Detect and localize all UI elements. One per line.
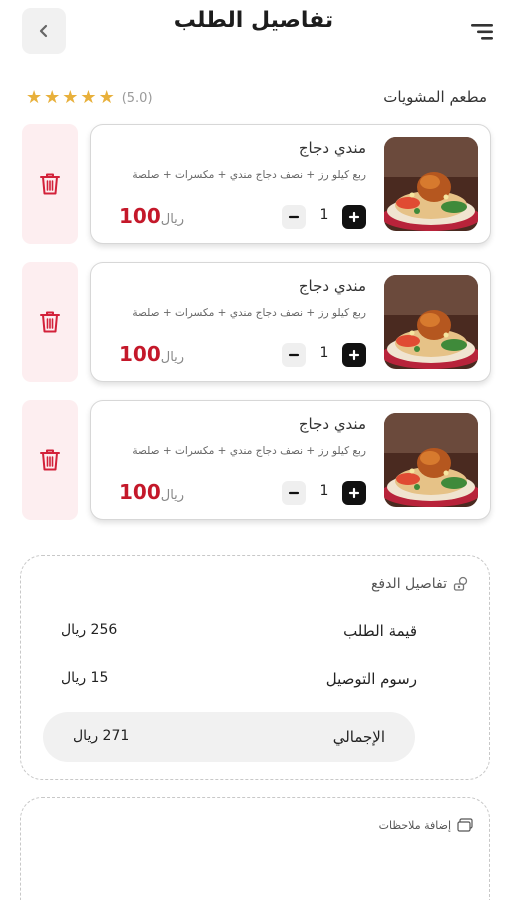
total-row: الإجمالي 271 ريال — [43, 712, 415, 762]
page-title: تفاصيل الطلب — [173, 8, 334, 33]
price-currency: ريال — [160, 350, 185, 365]
notes-field[interactable]: إضافة ملاحظات — [20, 797, 490, 900]
trash-icon — [40, 449, 60, 471]
quantity-stepper: 1 — [282, 481, 366, 505]
item-name: مندي دجاج — [298, 277, 366, 295]
order-value-row: قيمة الطلب 256 ريال — [61, 618, 417, 644]
item-description: ربع كيلو رز + نصف دجاج مندي + مكسرات + ص… — [132, 307, 366, 319]
quantity-value: 1 — [319, 207, 329, 223]
cart-item: مندي دجاج ربع كيلو رز + نصف دجاج مندي + … — [22, 400, 491, 520]
delete-button[interactable] — [22, 124, 78, 244]
quantity-stepper: 1 — [282, 343, 366, 367]
minus-icon — [288, 353, 300, 357]
notes-title: إضافة ملاحظات — [379, 818, 473, 832]
quantity-stepper: 1 — [282, 205, 366, 229]
rating: ★ ★ ★ ★ ★ (5.0) — [26, 88, 153, 108]
header: تفاصيل الطلب — [0, 0, 507, 60]
rating-value: (5.0) — [121, 90, 153, 106]
price-value: 100 — [119, 342, 161, 366]
plus-icon — [348, 487, 360, 499]
trash-icon — [40, 173, 60, 195]
item-description: ربع كيلو رز + نصف دجاج مندي + مكسرات + ص… — [132, 445, 366, 457]
item-card[interactable]: مندي دجاج ربع كيلو رز + نصف دجاج مندي + … — [90, 400, 491, 520]
notes-title-text: إضافة ملاحظات — [378, 818, 451, 832]
delivery-fee-label: رسوم التوصيل — [325, 670, 417, 688]
item-price: 100 ريال — [119, 480, 192, 504]
quantity-value: 1 — [319, 483, 329, 499]
star-icon: ★ — [80, 87, 97, 108]
price-value: 100 — [119, 480, 161, 504]
item-price: 100 ريال — [119, 204, 192, 228]
delivery-fee-row: رسوم التوصيل 15 ريال — [61, 666, 417, 692]
plus-icon — [348, 349, 360, 361]
minus-icon — [288, 491, 300, 495]
money-icon — [453, 576, 468, 591]
payment-title-text: تفاصيل الدفع — [370, 576, 447, 592]
menu-icon — [471, 24, 493, 40]
item-card[interactable]: مندي دجاج ربع كيلو رز + نصف دجاج مندي + … — [90, 124, 491, 244]
total-label: الإجمالي — [332, 728, 385, 746]
restaurant-row: ★ ★ ★ ★ ★ (5.0) مطعم المشويات — [26, 86, 487, 112]
increase-button[interactable] — [342, 343, 366, 367]
delete-button[interactable] — [22, 400, 78, 520]
restaurant-name: مطعم المشويات — [383, 88, 487, 106]
star-icon: ★ — [98, 87, 115, 108]
item-description: ربع كيلو رز + نصف دجاج مندي + مكسرات + ص… — [132, 169, 366, 181]
cart-item: مندي دجاج ربع كيلو رز + نصف دجاج مندي + … — [22, 124, 491, 244]
note-icon — [457, 818, 473, 832]
quantity-value: 1 — [319, 345, 329, 361]
price-currency: ريال — [160, 212, 185, 227]
item-name: مندي دجاج — [298, 139, 366, 157]
menu-button[interactable] — [471, 22, 493, 42]
item-card[interactable]: مندي دجاج ربع كيلو رز + نصف دجاج مندي + … — [90, 262, 491, 382]
decrease-button[interactable] — [282, 481, 306, 505]
star-icon: ★ — [62, 87, 79, 108]
plus-icon — [348, 211, 360, 223]
trash-icon — [40, 311, 60, 333]
star-icon: ★ — [44, 87, 61, 108]
delete-button[interactable] — [22, 262, 78, 382]
star-icon: ★ — [26, 87, 43, 108]
increase-button[interactable] — [342, 481, 366, 505]
increase-button[interactable] — [342, 205, 366, 229]
food-image — [384, 413, 478, 507]
price-value: 100 — [119, 204, 161, 228]
total-value: 271 ريال — [73, 728, 130, 744]
food-image — [384, 137, 478, 231]
cart-item: مندي دجاج ربع كيلو رز + نصف دجاج مندي + … — [22, 262, 491, 382]
order-value: 256 ريال — [61, 622, 118, 638]
payment-details: تفاصيل الدفع قيمة الطلب 256 ريال رسوم ال… — [20, 555, 490, 780]
price-currency: ريال — [160, 488, 185, 503]
payment-title: تفاصيل الدفع — [371, 576, 469, 592]
item-name: مندي دجاج — [298, 415, 366, 433]
decrease-button[interactable] — [282, 343, 306, 367]
order-value-label: قيمة الطلب — [343, 622, 417, 640]
item-price: 100 ريال — [119, 342, 192, 366]
food-image — [384, 275, 478, 369]
minus-icon — [288, 215, 300, 219]
delivery-fee-value: 15 ريال — [61, 670, 109, 686]
decrease-button[interactable] — [282, 205, 306, 229]
